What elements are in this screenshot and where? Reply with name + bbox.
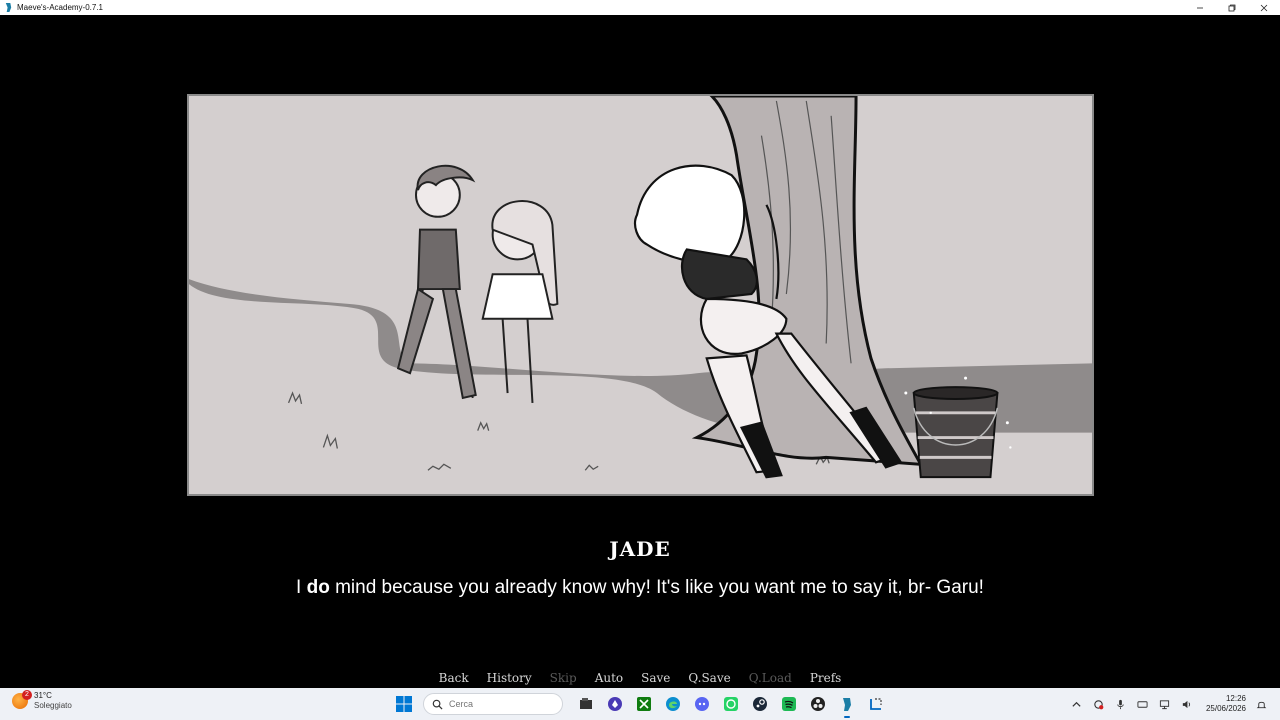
game-screen[interactable]: JADE I do mind because you already know … [0,15,1280,688]
maximize-button[interactable] [1216,0,1248,15]
window-controls [1184,0,1280,15]
window-titlebar: Maeve's-Academy-0.7.1 [0,0,1280,15]
back-button[interactable]: Back [430,671,478,685]
sun-icon: 2 [12,690,32,709]
taskbar-app-steam[interactable] [749,693,771,715]
minimize-button[interactable] [1184,0,1216,15]
window-title: Maeve's-Academy-0.7.1 [17,3,104,12]
tray-app-status[interactable] [1092,697,1106,711]
taskview-button[interactable] [575,693,597,715]
notifications-button[interactable] [1254,697,1268,711]
volume-icon [1183,700,1191,708]
weather-condition: Soleggiato [34,701,72,710]
taskbar-center [393,692,890,718]
proton-vpn-icon [607,697,622,711]
close-icon [1260,4,1268,11]
clock-time: 12:26 [1225,694,1246,703]
snipping-tool-icon [869,698,882,710]
windows-taskbar: 2 31°C Soleggiato Cerca 12:26 25/06/2026 [0,688,1280,720]
system-clock[interactable]: 12:26 25/06/2026 [1206,694,1246,714]
auto-button[interactable]: Auto [586,671,632,685]
prefs-button[interactable]: Prefs [801,671,851,685]
app-icon [5,3,12,12]
keyboard-icon [1137,700,1148,708]
taskbar-app-discord[interactable] [691,693,713,715]
weather-temperature: 31°C [34,691,52,700]
microphone-button[interactable] [1114,697,1128,711]
edge-icon [665,697,680,711]
quick-save-button[interactable]: Q.Save [679,671,739,685]
windows-icon [396,696,412,712]
scene-illustration [187,94,1094,496]
scene-drawing [189,96,1092,494]
whatsapp-icon [723,697,738,711]
system-tray: 12:26 25/06/2026 [1066,692,1272,716]
network-icon [1160,699,1170,709]
dialogue-text[interactable]: I do mind because you already know why! … [0,577,1280,599]
save-button[interactable]: Save [632,671,679,685]
taskbar-app-maeves-academy[interactable] [836,693,858,718]
taskbar-app-edge[interactable] [662,693,684,715]
weather-widget[interactable]: 2 31°C Soleggiato [12,690,72,711]
weather-text: 31°C Soleggiato [34,691,72,711]
game-icon [842,698,851,711]
notification-badge: 2 [22,690,32,700]
taskbar-search[interactable] [423,693,563,715]
network-button[interactable] [1158,697,1172,711]
spotify-icon [781,697,796,711]
search-input[interactable] [449,699,549,709]
taskbar-app-snipping[interactable] [865,693,887,715]
skip-button[interactable]: Skip [541,671,586,685]
taskbar-app-whatsapp[interactable] [720,693,742,715]
tray-overflow-button[interactable] [1070,697,1084,711]
taskbar-app-xbox[interactable] [633,693,655,715]
cloud-alert-icon [1094,699,1104,709]
file-explorer-icon [579,698,592,709]
obs-icon [810,697,825,711]
discord-icon [694,697,709,711]
dialogue-text-after: mind because you already know why! It's … [329,577,984,598]
taskbar-app-proton[interactable] [604,693,626,715]
dialogue-text-emphasis: do [306,577,330,598]
quick-load-button[interactable]: Q.Load [740,671,801,685]
start-button[interactable] [393,693,415,715]
restore-icon [1228,4,1236,11]
taskbar-app-obs[interactable] [807,693,829,715]
xbox-icon [636,697,651,711]
keyboard-button[interactable] [1136,697,1150,711]
history-button[interactable]: History [478,671,541,685]
steam-icon [752,697,767,711]
volume-button[interactable] [1180,697,1194,711]
search-icon [432,699,443,710]
close-button[interactable] [1248,0,1280,15]
quick-menu: Back History Skip Auto Save Q.Save Q.Loa… [0,671,1280,685]
chevron-up-icon [1072,701,1082,707]
bell-icon [1256,701,1266,708]
minimize-icon [1197,7,1203,8]
dialogue-text-before: I [296,577,307,598]
clock-date: 25/06/2026 [1205,704,1246,713]
taskbar-app-spotify[interactable] [778,693,800,715]
speaker-name: JADE [609,537,671,561]
microphone-icon [1117,699,1125,709]
